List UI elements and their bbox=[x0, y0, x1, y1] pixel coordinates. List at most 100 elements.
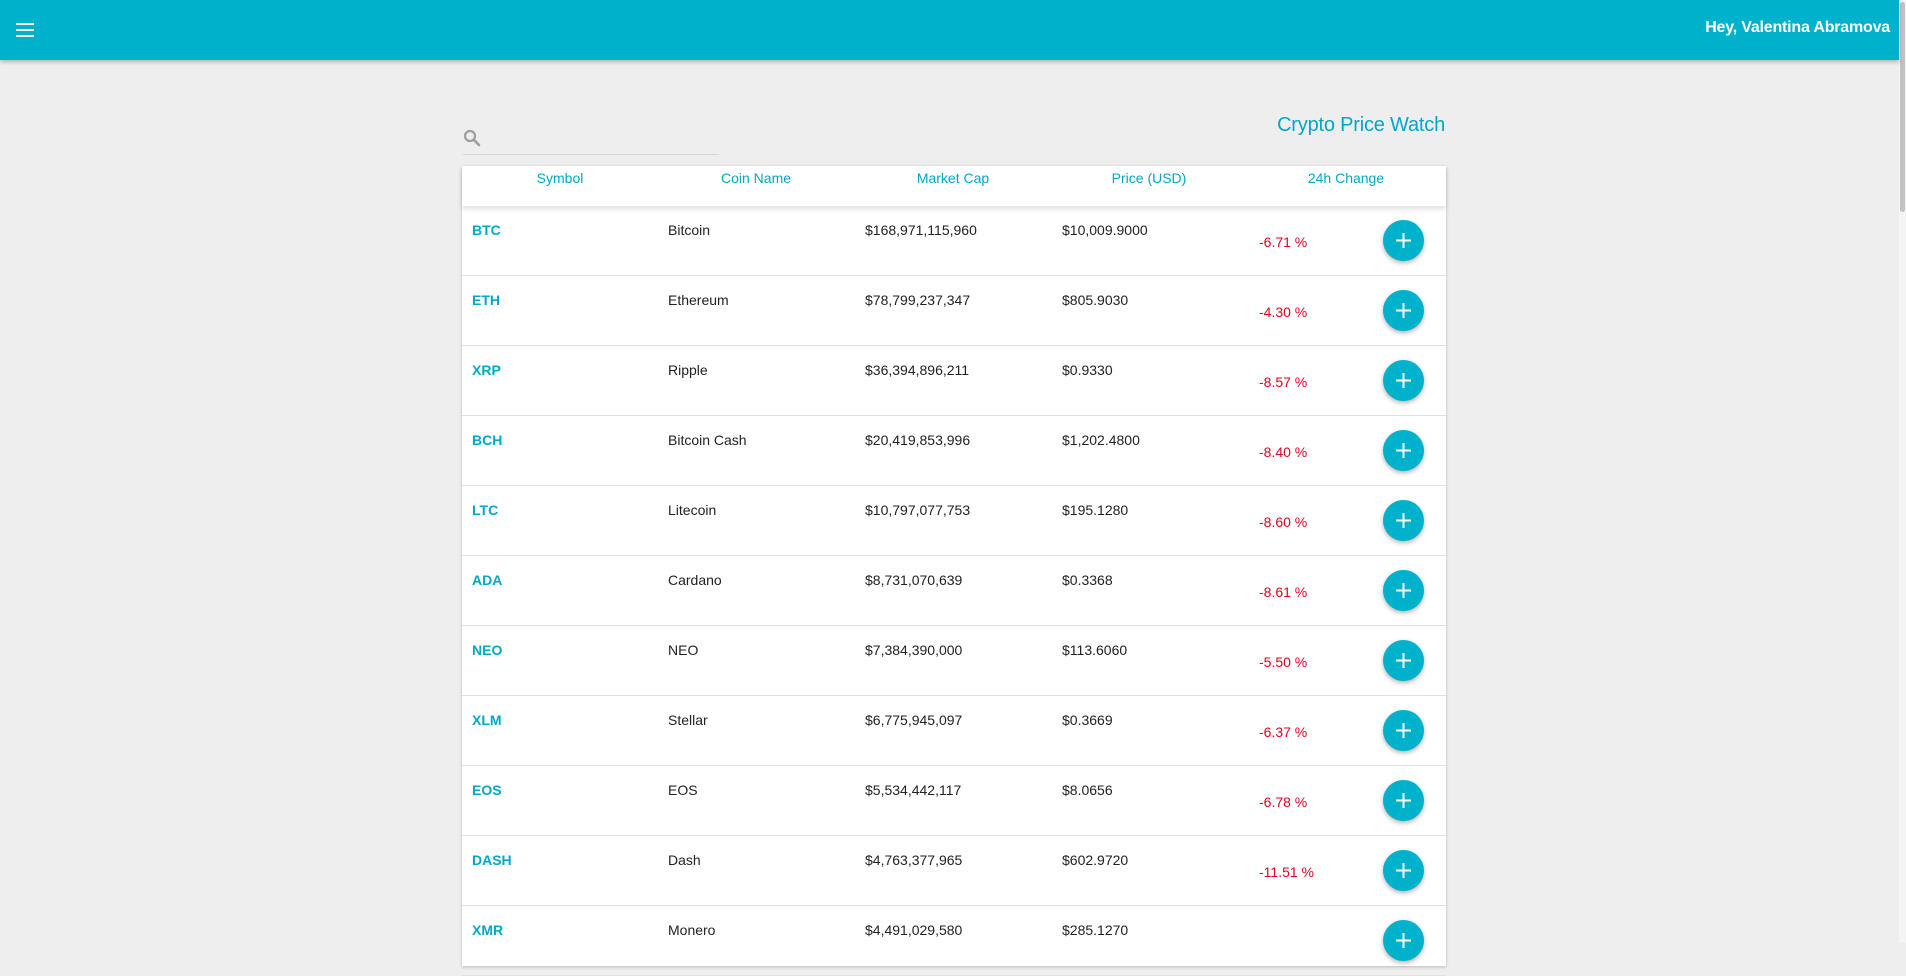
price-value: $10,009.9000 bbox=[1062, 222, 1148, 238]
page-title: Crypto Price Watch bbox=[1277, 114, 1445, 136]
coin-name: Cardano bbox=[668, 572, 722, 588]
change-value: -6.78 % bbox=[1259, 794, 1308, 810]
plus-icon bbox=[1396, 933, 1411, 948]
table-row: XLM Stellar $6,775,945,097 $0.3669 -6.37 % bbox=[462, 696, 1446, 766]
plus-icon bbox=[1396, 583, 1411, 598]
change-value: -4.30 % bbox=[1259, 304, 1308, 320]
market-cap-value: $6,775,945,097 bbox=[865, 712, 963, 728]
search-input[interactable] bbox=[489, 127, 721, 153]
coin-symbol-link[interactable]: XLM bbox=[472, 712, 502, 728]
market-cap-value: $4,763,377,965 bbox=[865, 852, 963, 868]
page-scrollbar[interactable] bbox=[1899, 0, 1906, 943]
market-cap-value: $36,394,896,211 bbox=[865, 362, 970, 378]
plus-icon bbox=[1396, 443, 1411, 458]
add-to-watchlist-button[interactable] bbox=[1383, 360, 1424, 401]
add-to-watchlist-button[interactable] bbox=[1383, 710, 1424, 751]
table-row: BCH Bitcoin Cash $20,419,853,996 $1,202.480… bbox=[462, 416, 1446, 486]
market-cap-value: $4,491,029,580 bbox=[865, 922, 963, 938]
plus-icon bbox=[1396, 723, 1411, 738]
price-value: $805.9030 bbox=[1062, 292, 1129, 308]
table-row: ETH Ethereum $78,799,237,347 $805.9030 -4.30… bbox=[462, 276, 1446, 346]
price-value: $285.1270 bbox=[1062, 922, 1129, 938]
plus-icon bbox=[1396, 513, 1411, 528]
add-to-watchlist-button[interactable] bbox=[1383, 290, 1424, 331]
column-header-market-cap[interactable]: Market Cap bbox=[855, 170, 1051, 186]
coin-symbol-link[interactable]: BCH bbox=[472, 432, 502, 448]
add-to-watchlist-button[interactable] bbox=[1383, 500, 1424, 541]
table-row: XRP Ripple $36,394,896,211 $0.9330 -8.57 % bbox=[462, 346, 1446, 416]
plus-icon bbox=[1396, 233, 1411, 248]
coin-name: Bitcoin bbox=[668, 222, 711, 238]
column-header-24h-change[interactable]: 24h Change bbox=[1248, 170, 1444, 186]
price-value: $602.9720 bbox=[1062, 852, 1129, 868]
hamburger-menu-icon[interactable] bbox=[14, 19, 38, 41]
coin-name: NEO bbox=[668, 642, 699, 658]
market-cap-value: $168,971,115,960 bbox=[865, 222, 977, 238]
market-cap-value: $7,384,390,000 bbox=[865, 642, 963, 658]
search-icon bbox=[463, 129, 481, 152]
coin-name: Dash bbox=[668, 852, 701, 868]
user-greeting: Hey, Valentina Abramova bbox=[1705, 19, 1890, 36]
change-value: -5.50 % bbox=[1259, 654, 1308, 670]
coin-symbol-link[interactable]: XMR bbox=[472, 922, 503, 938]
coin-symbol-link[interactable]: BTC bbox=[472, 222, 501, 238]
price-value: $8.0656 bbox=[1062, 782, 1113, 798]
coin-table: Symbol Coin Name Market Cap Price (USD) … bbox=[462, 166, 1446, 976]
market-cap-value: $10,797,077,753 bbox=[865, 502, 971, 518]
coin-name: Ethereum bbox=[668, 292, 729, 308]
table-row: LTC Litecoin $10,797,077,753 $195.1280 -8.60… bbox=[462, 486, 1446, 556]
price-value: $0.3669 bbox=[1062, 712, 1113, 728]
coin-symbol-link[interactable]: ADA bbox=[472, 572, 502, 588]
scrollbar-thumb[interactable] bbox=[1900, 2, 1905, 212]
add-to-watchlist-button[interactable] bbox=[1383, 640, 1424, 681]
change-value: -8.40 % bbox=[1259, 444, 1308, 460]
table-row: DASH Dash $4,763,377,965 $602.9720 -11.51 % bbox=[462, 836, 1446, 906]
table-header: Symbol Coin Name Market Cap Price (USD) … bbox=[462, 166, 1446, 206]
table-row: BTC Bitcoin $168,971,115,960 $10,009.9000 -6… bbox=[462, 206, 1446, 276]
market-cap-value: $5,534,442,117 bbox=[865, 782, 962, 798]
table-row: ADA Cardano $8,731,070,639 $0.3368 -8.61 % bbox=[462, 556, 1446, 626]
coin-symbol-link[interactable]: DASH bbox=[472, 852, 512, 868]
coin-symbol-link[interactable]: ETH bbox=[472, 292, 500, 308]
price-value: $1,202.4800 bbox=[1062, 432, 1140, 448]
price-value: $0.9330 bbox=[1062, 362, 1113, 378]
plus-icon bbox=[1396, 373, 1411, 388]
coin-name: Bitcoin Cash bbox=[668, 432, 747, 448]
add-to-watchlist-button[interactable] bbox=[1383, 570, 1424, 611]
column-header-price[interactable]: Price (USD) bbox=[1051, 170, 1247, 186]
coin-symbol-link[interactable]: LTC bbox=[472, 502, 498, 518]
change-value: -6.71 % bbox=[1259, 234, 1308, 250]
table-row: XMR Monero $4,491,029,580 $285.1270 bbox=[462, 906, 1446, 976]
table-row: EOS EOS $5,534,442,117 $8.0656 -6.78 % bbox=[462, 766, 1446, 836]
add-to-watchlist-button[interactable] bbox=[1383, 430, 1424, 471]
table-row: NEO NEO $7,384,390,000 $113.6060 -5.50 % bbox=[462, 626, 1446, 696]
plus-icon bbox=[1396, 303, 1411, 318]
coin-name: EOS bbox=[668, 782, 698, 798]
coin-name: Litecoin bbox=[668, 502, 717, 518]
plus-icon bbox=[1396, 793, 1411, 808]
column-header-coin-name[interactable]: Coin Name bbox=[658, 170, 854, 186]
coin-symbol-link[interactable]: NEO bbox=[472, 642, 502, 658]
market-cap-value: $20,419,853,996 bbox=[865, 432, 971, 448]
plus-icon bbox=[1396, 863, 1411, 878]
top-app-bar: Hey, Valentina Abramova bbox=[0, 0, 1899, 60]
change-value: -8.57 % bbox=[1259, 374, 1308, 390]
coin-name: Ripple bbox=[668, 362, 708, 378]
plus-icon bbox=[1396, 653, 1411, 668]
change-value: -6.37 % bbox=[1259, 724, 1308, 740]
add-to-watchlist-button[interactable] bbox=[1383, 850, 1424, 891]
add-to-watchlist-button[interactable] bbox=[1383, 920, 1424, 961]
coin-symbol-link[interactable]: XRP bbox=[472, 362, 501, 378]
coin-name: Stellar bbox=[668, 712, 708, 728]
add-to-watchlist-button[interactable] bbox=[1383, 780, 1424, 821]
column-header-symbol[interactable]: Symbol bbox=[462, 170, 658, 186]
table-body: BTC Bitcoin $168,971,115,960 $10,009.9000 -6… bbox=[462, 206, 1446, 976]
price-value: $0.3368 bbox=[1062, 572, 1113, 588]
coin-symbol-link[interactable]: EOS bbox=[472, 782, 502, 798]
price-value: $113.6060 bbox=[1062, 642, 1128, 658]
price-value: $195.1280 bbox=[1062, 502, 1129, 518]
market-cap-value: $8,731,070,639 bbox=[865, 572, 963, 588]
coin-name: Monero bbox=[668, 922, 716, 938]
search-bar bbox=[463, 127, 721, 155]
add-to-watchlist-button[interactable] bbox=[1383, 220, 1424, 261]
